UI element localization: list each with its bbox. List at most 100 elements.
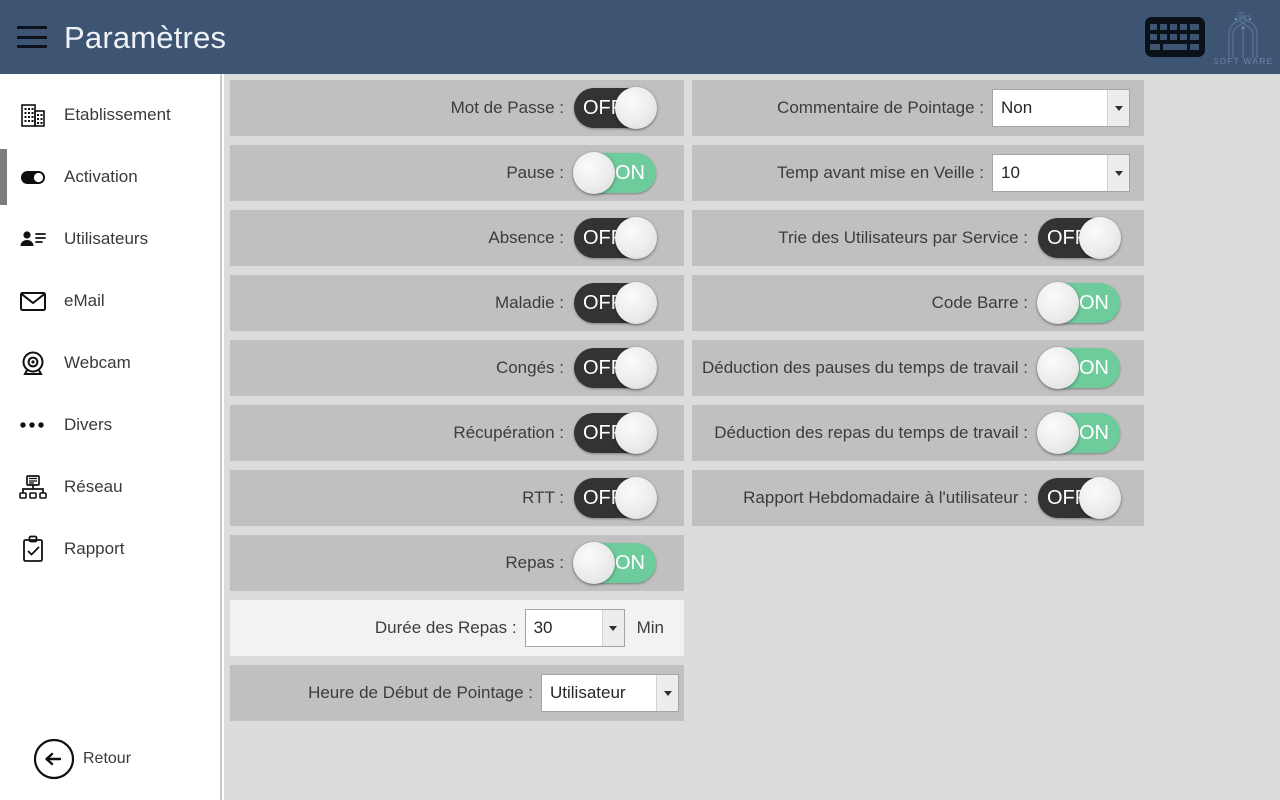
select-duree-des-repas[interactable]: 30 (524, 609, 625, 647)
webcam-icon (16, 346, 50, 380)
setting-label: Temp avant mise en Veille : (777, 163, 984, 182)
toggle-knob (615, 87, 657, 129)
toggle-trie-utilisateurs-par-service[interactable]: OFF (1038, 217, 1121, 259)
setting-label: Durée des Repas : (374, 618, 517, 637)
toggle-knob (1037, 347, 1079, 389)
setting-label: Pause : (506, 163, 564, 182)
back-button[interactable]: Retour (33, 738, 131, 780)
sidebar-item-label: Rapport (64, 539, 125, 558)
setting-label: Repas : (505, 553, 564, 572)
setting-label: Congés : (495, 358, 564, 377)
toggle-knob (615, 282, 657, 324)
hamburger-bar (17, 26, 47, 29)
toggle-state-label: ON (1079, 357, 1109, 379)
toggle-deduction-repas[interactable]: ON (1037, 412, 1120, 454)
sidebar-item-etablissement[interactable]: Etablissement (0, 84, 220, 146)
toggle-state-label: ON (615, 552, 645, 574)
toggle-knob (615, 217, 657, 259)
sidebar-nav: Etablissement Activation Utilisateurs eM… (0, 74, 220, 580)
toggle-pause[interactable]: ON (573, 152, 656, 194)
setting-row-maladie: Maladie : OFF (230, 275, 684, 331)
toggle-state-label: ON (1079, 422, 1109, 444)
settings-screen: Paramètres SOFT WARE Etablissement Activ… (0, 0, 1280, 800)
ellipsis-icon (16, 408, 50, 442)
setting-row-heure-debut-pointage: Heure de Début de Pointage : Utilisateur (230, 665, 684, 721)
sidebar-item-label: Activation (64, 167, 138, 186)
setting-row-mot-de-passe: Mot de Passe : OFF (230, 80, 684, 136)
setting-row-deduction-repas: Déduction des repas du temps de travail … (692, 405, 1144, 461)
sidebar: Etablissement Activation Utilisateurs eM… (0, 74, 222, 800)
toggle-knob (573, 542, 615, 584)
setting-label: Heure de Début de Pointage : (308, 683, 533, 702)
setting-label: Mot de Passe : (450, 98, 564, 117)
chevron-down-icon[interactable] (656, 675, 678, 711)
clipboard-check-icon (16, 532, 50, 566)
sidebar-item-label: Divers (64, 415, 113, 434)
hamburger-bar (17, 35, 47, 39)
select-commentaire-de-pointage[interactable]: Non (992, 89, 1130, 127)
select-heure-debut-pointage[interactable]: Utilisateur (541, 674, 679, 712)
settings-column-left: Mot de Passe : OFF Pause : ON Absence : (230, 80, 684, 721)
setting-label: Récupération : (453, 423, 564, 442)
toggle-conges[interactable]: OFF (574, 347, 657, 389)
toggle-deduction-pauses[interactable]: ON (1037, 347, 1120, 389)
toggle-rapport-hebdomadaire[interactable]: OFF (1038, 477, 1121, 519)
app-header: Paramètres SOFT WARE (0, 0, 1280, 74)
toggle-code-barre[interactable]: ON (1037, 282, 1120, 324)
envelope-icon (16, 284, 50, 318)
back-label: Retour (83, 750, 132, 767)
select-value: 30 (533, 618, 553, 637)
setting-label: Déduction des repas du temps de travail … (714, 423, 1028, 442)
setting-row-recuperation: Récupération : OFF (230, 405, 684, 461)
setting-row-code-barre: Code Barre : ON (692, 275, 1144, 331)
toggle-maladie[interactable]: OFF (574, 282, 657, 324)
select-temp-avant-veille[interactable]: 10 (992, 154, 1130, 192)
setting-row-temp-avant-veille: Temp avant mise en Veille : 10 (692, 145, 1144, 201)
keyboard-icon[interactable] (1144, 15, 1206, 59)
toggle-knob (1079, 217, 1121, 259)
setting-row-duree-des-repas: Durée des Repas : 30 Min (230, 600, 684, 656)
toggle-repas[interactable]: ON (573, 542, 656, 584)
toggle-state-label: ON (615, 162, 645, 184)
hamburger-bar (17, 45, 47, 48)
toggle-knob (615, 347, 657, 389)
sidebar-item-label: Réseau (64, 477, 123, 496)
sidebar-item-reseau[interactable]: Réseau (0, 456, 220, 518)
setting-row-pause: Pause : ON (230, 145, 684, 201)
users-icon (16, 222, 50, 256)
setting-row-rapport-hebdomadaire: Rapport Hebdomadaire à l'utilisateur : O… (692, 470, 1144, 526)
toggle-knob (615, 477, 657, 519)
sidebar-item-rapport[interactable]: Rapport (0, 518, 220, 580)
chevron-down-icon[interactable] (1107, 90, 1129, 126)
sidebar-item-activation[interactable]: Activation (0, 146, 220, 208)
toggle-knob (615, 412, 657, 454)
toggle-recuperation[interactable]: OFF (574, 412, 657, 454)
toggle-knob (1037, 282, 1079, 324)
settings-content: Mot de Passe : OFF Pause : ON Absence : (224, 74, 1280, 800)
chevron-down-icon[interactable] (601, 610, 624, 646)
sidebar-item-divers[interactable]: Divers (0, 394, 220, 456)
setting-row-commentaire-de-pointage: Commentaire de Pointage : Non (692, 80, 1144, 136)
setting-label: RTT : (522, 488, 564, 507)
toggle-knob (1079, 477, 1121, 519)
setting-label: Rapport Hebdomadaire à l'utilisateur : (743, 488, 1028, 507)
toggle-absence[interactable]: OFF (574, 217, 657, 259)
select-value: Utilisateur (550, 683, 626, 702)
page-title: Paramètres (64, 19, 227, 55)
sidebar-item-utilisateurs[interactable]: Utilisateurs (0, 208, 220, 270)
sidebar-item-webcam[interactable]: Webcam (0, 332, 220, 394)
select-value: 10 (1001, 163, 1020, 182)
setting-row-conges: Congés : OFF (230, 340, 684, 396)
toggle-rtt[interactable]: OFF (574, 477, 657, 519)
sidebar-item-label: Utilisateurs (64, 229, 149, 248)
toggle-knob (573, 152, 615, 194)
hamburger-menu-icon[interactable] (17, 26, 47, 48)
arrow-left-circle-icon (33, 738, 75, 780)
toggle-mot-de-passe[interactable]: OFF (574, 87, 657, 129)
setting-row-repas: Repas : ON (230, 535, 684, 591)
sidebar-item-email[interactable]: eMail (0, 270, 220, 332)
toggle-state-label: ON (1079, 292, 1109, 314)
chevron-down-icon[interactable] (1107, 155, 1129, 191)
setting-label: Absence : (488, 228, 564, 247)
setting-label: Trie des Utilisateurs par Service : (778, 228, 1028, 247)
